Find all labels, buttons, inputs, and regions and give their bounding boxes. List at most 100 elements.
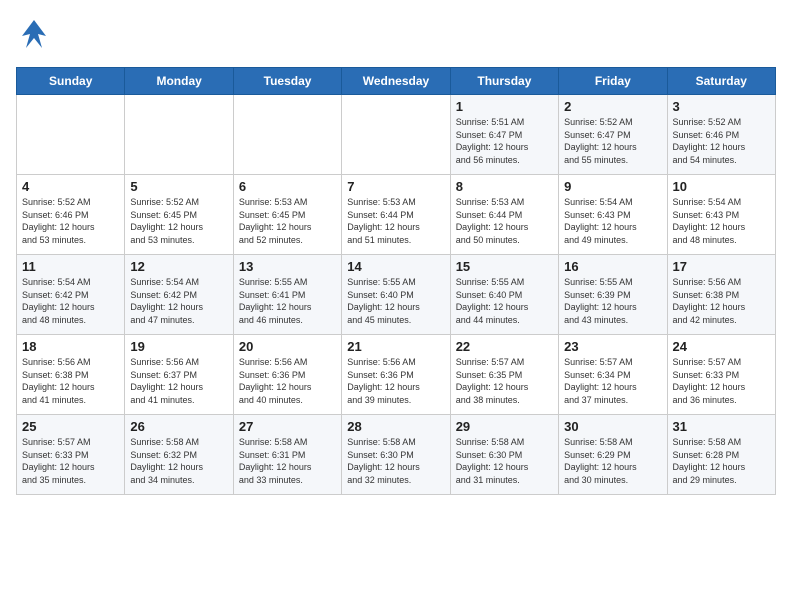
calendar-cell: 6Sunrise: 5:53 AM Sunset: 6:45 PM Daylig… (233, 175, 341, 255)
calendar-cell: 16Sunrise: 5:55 AM Sunset: 6:39 PM Dayli… (559, 255, 667, 335)
day-detail: Sunrise: 5:55 AM Sunset: 6:40 PM Dayligh… (347, 276, 444, 326)
day-number: 27 (239, 419, 336, 434)
calendar-cell: 3 Sunrise: 5:52 AM Sunset: 6:46 PM Daylig… (667, 95, 775, 175)
day-number: 7 (347, 179, 444, 194)
calendar-cell (17, 95, 125, 175)
day-number: 17 (673, 259, 770, 274)
day-detail: Sunrise: 5:56 AM Sunset: 6:37 PM Dayligh… (130, 356, 227, 406)
weekday-header-wednesday: Wednesday (342, 68, 450, 95)
day-detail: Sunrise: 5:52 AM Sunset: 6:45 PM Dayligh… (130, 196, 227, 246)
weekday-header-monday: Monday (125, 68, 233, 95)
calendar-cell (233, 95, 341, 175)
weekday-header-friday: Friday (559, 68, 667, 95)
calendar-week-row: 18 Sunrise: 5:56 AM Sunset: 6:38 PM Dayli… (17, 335, 776, 415)
day-detail: Sunrise: 5:58 AM Sunset: 6:31 PM Dayligh… (239, 436, 336, 486)
calendar-cell: 28 Sunrise: 5:58 AM Sunset: 6:30 PM Dayli… (342, 415, 450, 495)
calendar-cell: 23 Sunrise: 5:57 AM Sunset: 6:34 PM Dayli… (559, 335, 667, 415)
day-number: 20 (239, 339, 336, 354)
day-detail: Sunrise: 5:58 AM Sunset: 6:29 PM Dayligh… (564, 436, 661, 486)
day-number: 4 (22, 179, 119, 194)
weekday-row: SundayMondayTuesdayWednesdayThursdayFrid… (17, 68, 776, 95)
day-detail: Sunrise: 5:54 AM Sunset: 6:43 PM Dayligh… (564, 196, 661, 246)
day-detail: Sunrise: 5:54 AM Sunset: 6:42 PM Dayligh… (22, 276, 119, 326)
day-number: 23 (564, 339, 661, 354)
calendar-cell: 22 Sunrise: 5:57 AM Sunset: 6:35 PM Dayli… (450, 335, 558, 415)
calendar-cell: 18 Sunrise: 5:56 AM Sunset: 6:38 PM Dayli… (17, 335, 125, 415)
day-detail: Sunrise: 5:53 AM Sunset: 6:45 PM Dayligh… (239, 196, 336, 246)
calendar-cell: 7 Sunrise: 5:53 AM Sunset: 6:44 PM Daylig… (342, 175, 450, 255)
calendar-header: SundayMondayTuesdayWednesdayThursdayFrid… (17, 68, 776, 95)
day-number: 19 (130, 339, 227, 354)
day-number: 31 (673, 419, 770, 434)
calendar-cell: 14 Sunrise: 5:55 AM Sunset: 6:40 PM Dayli… (342, 255, 450, 335)
day-detail: Sunrise: 5:58 AM Sunset: 6:30 PM Dayligh… (347, 436, 444, 486)
day-detail: Sunrise: 5:58 AM Sunset: 6:30 PM Dayligh… (456, 436, 553, 486)
day-detail: Sunrise: 5:57 AM Sunset: 6:33 PM Dayligh… (673, 356, 770, 406)
day-detail: Sunrise: 5:53 AM Sunset: 6:44 PM Dayligh… (347, 196, 444, 246)
day-number: 10 (673, 179, 770, 194)
calendar-cell: 2Sunrise: 5:52 AM Sunset: 6:47 PM Daylig… (559, 95, 667, 175)
day-detail: Sunrise: 5:56 AM Sunset: 6:36 PM Dayligh… (347, 356, 444, 406)
day-detail: Sunrise: 5:54 AM Sunset: 6:42 PM Dayligh… (130, 276, 227, 326)
weekday-header-saturday: Saturday (667, 68, 775, 95)
day-number: 11 (22, 259, 119, 274)
weekday-header-tuesday: Tuesday (233, 68, 341, 95)
page-header (16, 16, 776, 59)
day-detail: Sunrise: 5:56 AM Sunset: 6:38 PM Dayligh… (22, 356, 119, 406)
calendar-week-row: 1 Sunrise: 5:51 AM Sunset: 6:47 PM Daylig… (17, 95, 776, 175)
day-number: 12 (130, 259, 227, 274)
calendar-body: 1 Sunrise: 5:51 AM Sunset: 6:47 PM Daylig… (17, 95, 776, 495)
calendar-cell: 8 Sunrise: 5:53 AM Sunset: 6:44 PM Daylig… (450, 175, 558, 255)
day-detail: Sunrise: 5:52 AM Sunset: 6:46 PM Dayligh… (673, 116, 770, 166)
calendar-cell: 9 Sunrise: 5:54 AM Sunset: 6:43 PM Daylig… (559, 175, 667, 255)
calendar-cell: 21 Sunrise: 5:56 AM Sunset: 6:36 PM Dayli… (342, 335, 450, 415)
day-number: 15 (456, 259, 553, 274)
day-detail: Sunrise: 5:57 AM Sunset: 6:35 PM Dayligh… (456, 356, 553, 406)
calendar-cell (342, 95, 450, 175)
day-number: 3 (673, 99, 770, 114)
calendar-cell (125, 95, 233, 175)
day-detail: Sunrise: 5:55 AM Sunset: 6:41 PM Dayligh… (239, 276, 336, 326)
logo (16, 16, 56, 59)
day-number: 8 (456, 179, 553, 194)
calendar-cell: 30Sunrise: 5:58 AM Sunset: 6:29 PM Dayli… (559, 415, 667, 495)
day-number: 1 (456, 99, 553, 114)
day-number: 22 (456, 339, 553, 354)
calendar-cell: 13 Sunrise: 5:55 AM Sunset: 6:41 PM Dayli… (233, 255, 341, 335)
calendar-week-row: 25 Sunrise: 5:57 AM Sunset: 6:33 PM Dayli… (17, 415, 776, 495)
day-number: 21 (347, 339, 444, 354)
day-detail: Sunrise: 5:52 AM Sunset: 6:46 PM Dayligh… (22, 196, 119, 246)
calendar-cell: 4 Sunrise: 5:52 AM Sunset: 6:46 PM Daylig… (17, 175, 125, 255)
calendar-cell: 25 Sunrise: 5:57 AM Sunset: 6:33 PM Dayli… (17, 415, 125, 495)
day-detail: Sunrise: 5:51 AM Sunset: 6:47 PM Dayligh… (456, 116, 553, 166)
day-number: 16 (564, 259, 661, 274)
day-number: 25 (22, 419, 119, 434)
calendar-cell: 20Sunrise: 5:56 AM Sunset: 6:36 PM Dayli… (233, 335, 341, 415)
calendar-cell: 1 Sunrise: 5:51 AM Sunset: 6:47 PM Daylig… (450, 95, 558, 175)
day-number: 9 (564, 179, 661, 194)
calendar-week-row: 11 Sunrise: 5:54 AM Sunset: 6:42 PM Dayli… (17, 255, 776, 335)
calendar-cell: 26Sunrise: 5:58 AM Sunset: 6:32 PM Dayli… (125, 415, 233, 495)
day-number: 29 (456, 419, 553, 434)
calendar-week-row: 4 Sunrise: 5:52 AM Sunset: 6:46 PM Daylig… (17, 175, 776, 255)
day-detail: Sunrise: 5:57 AM Sunset: 6:33 PM Dayligh… (22, 436, 119, 486)
calendar-cell: 10Sunrise: 5:54 AM Sunset: 6:43 PM Dayli… (667, 175, 775, 255)
day-detail: Sunrise: 5:57 AM Sunset: 6:34 PM Dayligh… (564, 356, 661, 406)
calendar-cell: 29 Sunrise: 5:58 AM Sunset: 6:30 PM Dayli… (450, 415, 558, 495)
calendar-cell: 11 Sunrise: 5:54 AM Sunset: 6:42 PM Dayli… (17, 255, 125, 335)
logo-bird-icon (16, 16, 52, 59)
day-number: 28 (347, 419, 444, 434)
calendar-cell: 27 Sunrise: 5:58 AM Sunset: 6:31 PM Dayli… (233, 415, 341, 495)
day-number: 24 (673, 339, 770, 354)
day-detail: Sunrise: 5:55 AM Sunset: 6:40 PM Dayligh… (456, 276, 553, 326)
day-number: 13 (239, 259, 336, 274)
day-number: 14 (347, 259, 444, 274)
day-detail: Sunrise: 5:56 AM Sunset: 6:38 PM Dayligh… (673, 276, 770, 326)
day-number: 26 (130, 419, 227, 434)
day-detail: Sunrise: 5:53 AM Sunset: 6:44 PM Dayligh… (456, 196, 553, 246)
day-detail: Sunrise: 5:52 AM Sunset: 6:47 PM Dayligh… (564, 116, 661, 166)
day-number: 18 (22, 339, 119, 354)
calendar-cell: 12 Sunrise: 5:54 AM Sunset: 6:42 PM Dayli… (125, 255, 233, 335)
day-number: 5 (130, 179, 227, 194)
calendar-table: SundayMondayTuesdayWednesdayThursdayFrid… (16, 67, 776, 495)
